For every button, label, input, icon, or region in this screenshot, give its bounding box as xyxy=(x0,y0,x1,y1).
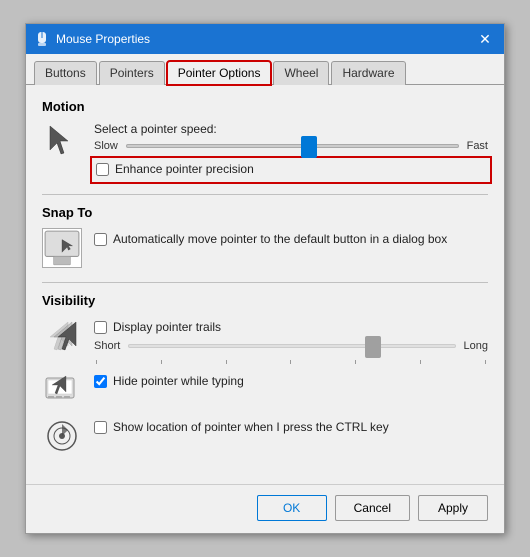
mouse-properties-dialog: Mouse Properties ✕ Buttons Pointers Poin… xyxy=(25,23,505,533)
slow-label: Slow xyxy=(94,140,118,152)
ctrl-row: Show location of pointer when I press th… xyxy=(94,420,488,436)
button-row: OK Cancel Apply xyxy=(26,484,504,533)
fast-label: Fast xyxy=(467,140,488,152)
speed-label: Select a pointer speed: xyxy=(94,122,488,136)
ctrl-svg xyxy=(44,418,80,454)
motion-body: Select a pointer speed: Slow Fast Enhanc… xyxy=(42,122,488,180)
trails-slider-row: Short Long xyxy=(94,340,488,352)
ctrl-body: Show location of pointer when I press th… xyxy=(42,416,488,456)
motion-svg xyxy=(44,124,80,160)
hide-svg xyxy=(44,372,80,408)
trails-icon xyxy=(42,316,82,356)
visibility-section: Visibility Display pointer trails xyxy=(42,293,488,456)
mouse-title-icon xyxy=(34,31,50,47)
title-bar: Mouse Properties ✕ xyxy=(26,24,504,54)
hide-icon xyxy=(42,370,82,410)
tab-pointer-options[interactable]: Pointer Options xyxy=(167,61,272,85)
speed-slider-track[interactable] xyxy=(126,144,459,148)
speed-slider-thumb[interactable] xyxy=(301,136,317,158)
trails-row: Display pointer trails xyxy=(94,320,488,336)
tick-3 xyxy=(226,360,227,364)
close-button[interactable]: ✕ xyxy=(474,28,496,50)
auto-move-row: Automatically move pointer to the defaul… xyxy=(94,232,488,248)
hide-controls: Hide pointer while typing xyxy=(94,370,488,390)
snap-to-body: Automatically move pointer to the defaul… xyxy=(42,228,488,268)
ctrl-icon xyxy=(42,416,82,456)
snap-to-section: Snap To Automatically move pointer to th… xyxy=(42,205,488,268)
motion-icon xyxy=(42,122,82,162)
tab-hardware[interactable]: Hardware xyxy=(331,61,405,85)
snap-to-icon xyxy=(42,228,82,268)
show-ctrl-checkbox[interactable] xyxy=(94,421,107,434)
show-ctrl-label[interactable]: Show location of pointer when I press th… xyxy=(113,420,389,436)
motion-section: Motion Select a pointer speed: Slow xyxy=(42,99,488,180)
motion-controls: Select a pointer speed: Slow Fast Enhanc… xyxy=(94,122,488,180)
tick-1 xyxy=(96,360,97,364)
hide-typing-checkbox[interactable] xyxy=(94,375,107,388)
tick-6 xyxy=(420,360,421,364)
cancel-button[interactable]: Cancel xyxy=(335,495,410,521)
title-bar-left: Mouse Properties xyxy=(34,31,150,47)
divider-2 xyxy=(42,282,488,283)
tab-buttons[interactable]: Buttons xyxy=(34,61,97,85)
trails-checkbox[interactable] xyxy=(94,321,107,334)
trails-controls: Display pointer trails Short Long xyxy=(94,316,488,364)
tick-4 xyxy=(290,360,291,364)
tab-pointers[interactable]: Pointers xyxy=(99,61,165,85)
ctrl-controls: Show location of pointer when I press th… xyxy=(94,416,488,436)
enhance-precision-label[interactable]: Enhance pointer precision xyxy=(115,162,254,178)
tick-2 xyxy=(161,360,162,364)
auto-move-checkbox[interactable] xyxy=(94,233,107,246)
hide-row: Hide pointer while typing xyxy=(94,374,488,390)
speed-slider-row: Slow Fast xyxy=(94,140,488,152)
trails-label[interactable]: Display pointer trails xyxy=(113,320,221,336)
snap-to-controls: Automatically move pointer to the defaul… xyxy=(94,228,488,248)
trails-svg xyxy=(44,318,80,354)
motion-title: Motion xyxy=(42,99,488,114)
hide-typing-label[interactable]: Hide pointer while typing xyxy=(113,374,244,390)
auto-move-label[interactable]: Automatically move pointer to the defaul… xyxy=(113,232,447,248)
enhance-precision-checkbox[interactable] xyxy=(96,163,109,176)
tick-marks xyxy=(94,360,488,364)
trails-slider-thumb[interactable] xyxy=(365,336,381,358)
visibility-title: Visibility xyxy=(42,293,488,308)
tab-bar: Buttons Pointers Pointer Options Wheel H… xyxy=(26,54,504,85)
tick-5 xyxy=(355,360,356,364)
snap-to-title: Snap To xyxy=(42,205,488,220)
tab-wheel[interactable]: Wheel xyxy=(273,61,329,85)
long-label: Long xyxy=(464,340,488,352)
trails-slider-track[interactable] xyxy=(128,344,455,348)
title-text: Mouse Properties xyxy=(56,32,150,46)
hide-body: Hide pointer while typing xyxy=(42,370,488,410)
tick-7 xyxy=(485,360,486,364)
tab-content: Motion Select a pointer speed: Slow xyxy=(26,85,504,483)
divider-1 xyxy=(42,194,488,195)
short-label: Short xyxy=(94,340,120,352)
trails-body: Display pointer trails Short Long xyxy=(42,316,488,364)
snap-svg xyxy=(43,229,81,267)
enhance-precision-row: Enhance pointer precision xyxy=(94,160,488,180)
apply-button[interactable]: Apply xyxy=(418,495,488,521)
ok-button[interactable]: OK xyxy=(257,495,327,521)
